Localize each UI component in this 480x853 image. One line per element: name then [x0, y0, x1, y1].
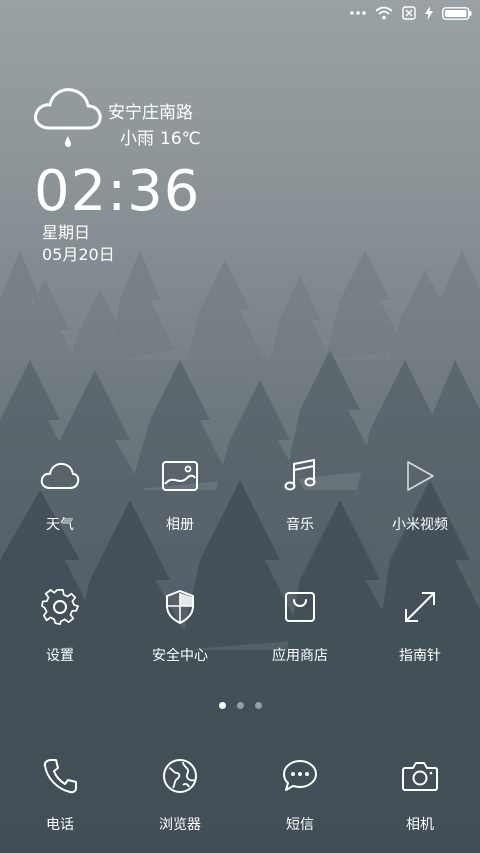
app-store[interactable]: 应用商店 [240, 583, 360, 683]
dock-messages[interactable]: 短信 [240, 752, 360, 852]
app-label: 指南针 [399, 648, 441, 664]
rain-cloud-icon [34, 88, 102, 148]
app-security-center[interactable]: 安全中心 [120, 583, 240, 683]
shield-icon [156, 583, 204, 631]
app-mi-video[interactable]: 小米视频 [360, 452, 480, 552]
wifi-icon [375, 6, 393, 20]
app-label: 电话 [46, 817, 74, 833]
dock-phone[interactable]: 电话 [0, 752, 120, 852]
page-dot-3[interactable] [254, 702, 262, 709]
app-music[interactable]: 音乐 [240, 452, 360, 552]
app-label: 应用商店 [272, 648, 328, 664]
page-dot-2[interactable] [236, 702, 244, 709]
app-label: 小米视频 [392, 517, 448, 533]
clock-time[interactable]: 02:36 [34, 160, 200, 224]
app-label: 相册 [166, 517, 194, 533]
app-label: 安全中心 [152, 648, 208, 664]
battery-icon [442, 6, 472, 20]
play-icon [396, 452, 444, 500]
weather-location: 安宁庄南路 [108, 103, 193, 123]
app-label: 浏览器 [159, 817, 201, 833]
no-sim-icon [402, 6, 416, 20]
app-label: 天气 [46, 517, 74, 533]
app-gallery[interactable]: 相册 [120, 452, 240, 552]
gear-icon [36, 583, 84, 631]
clock-date: 05月20日 [42, 245, 115, 264]
app-settings[interactable]: 设置 [0, 583, 120, 683]
clock-weekday: 星期日 [42, 223, 91, 242]
weather-widget[interactable]: 安宁庄南路 小雨 16℃ [32, 84, 232, 154]
shopping-bag-icon [276, 583, 324, 631]
cloud-icon [36, 452, 84, 500]
app-label: 相机 [406, 817, 434, 833]
page-indicator [0, 702, 480, 709]
app-label: 短信 [286, 817, 314, 833]
status-bar [0, 0, 480, 26]
globe-icon [156, 752, 204, 800]
app-weather[interactable]: 天气 [0, 452, 120, 552]
charging-icon [425, 6, 433, 20]
more-dots-icon [350, 11, 366, 15]
phone-icon [36, 752, 84, 800]
app-label: 设置 [46, 648, 74, 664]
app-label: 音乐 [286, 517, 314, 533]
weather-temperature: 16℃ [160, 129, 201, 149]
weather-description: 小雨 [120, 129, 154, 149]
app-compass[interactable]: 指南针 [360, 583, 480, 683]
camera-icon [396, 752, 444, 800]
dock-camera[interactable]: 相机 [360, 752, 480, 852]
chat-bubble-icon [276, 752, 324, 800]
photo-icon [156, 452, 204, 500]
music-note-icon [276, 452, 324, 500]
weather-condition: 小雨 16℃ [120, 124, 207, 149]
expand-arrows-icon [396, 583, 444, 631]
page-dot-1[interactable] [218, 702, 226, 709]
dock-browser[interactable]: 浏览器 [120, 752, 240, 852]
